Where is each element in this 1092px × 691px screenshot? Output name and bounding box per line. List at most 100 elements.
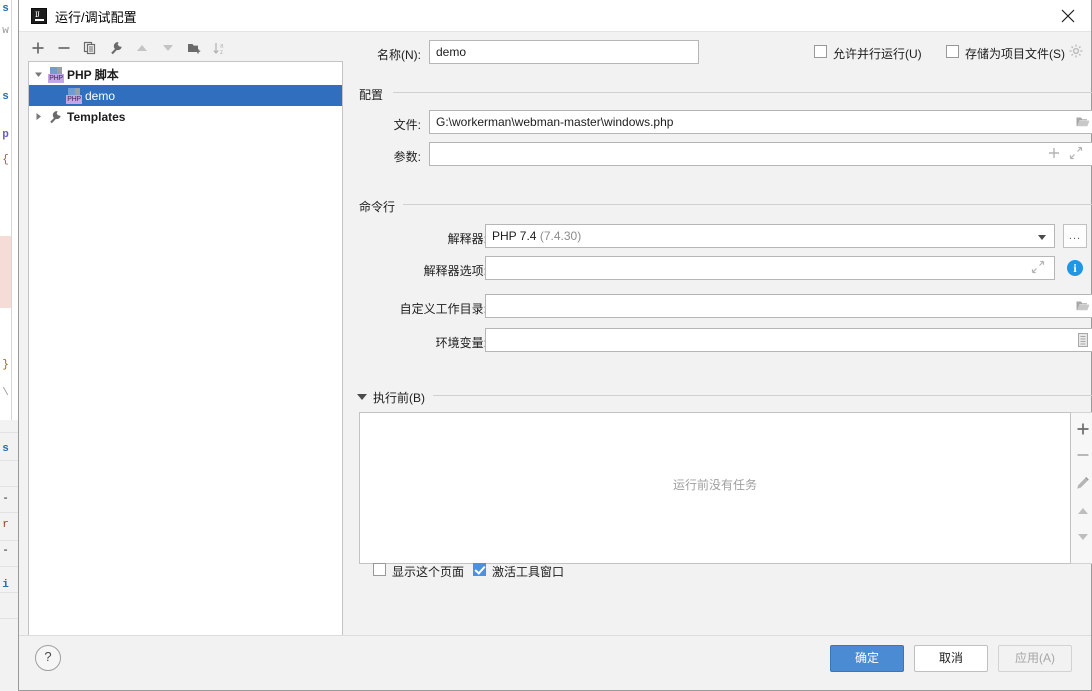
file-input[interactable]: G:\workerman\webman-master\windows.php xyxy=(429,110,1092,134)
gear-icon[interactable] xyxy=(1069,44,1083,61)
code-fragment: r xyxy=(2,519,9,531)
interpreter-version: (7.4.30) xyxy=(539,229,582,243)
ok-button[interactable]: 确定 xyxy=(830,645,904,672)
dialog-window: IJ 运行/调试配置 a z PHP PHP 脚本 PHP demo Templ… xyxy=(18,0,1092,691)
chevron-down-icon[interactable] xyxy=(29,70,47,79)
remove-configuration-button[interactable] xyxy=(54,38,76,58)
remove-task-button[interactable] xyxy=(1071,443,1092,469)
allow-parallel-run-label: 允许并行运行(U) xyxy=(833,47,922,61)
code-fragment: s xyxy=(2,91,9,103)
edit-task-button[interactable] xyxy=(1071,471,1092,497)
store-as-project-file-checkbox[interactable] xyxy=(946,45,959,58)
interpreter-options-input[interactable] xyxy=(485,256,1055,280)
code-fragment: i xyxy=(2,579,9,591)
commandline-section-title: 命令行 xyxy=(359,200,396,214)
tree-node-label: PHP 脚本 xyxy=(67,68,119,82)
chevron-right-icon[interactable] xyxy=(29,112,47,121)
name-input[interactable]: demo xyxy=(429,40,699,64)
folder-open-icon[interactable] xyxy=(1075,298,1091,314)
svg-text:a: a xyxy=(220,44,224,50)
expand-icon[interactable] xyxy=(1069,146,1085,162)
code-fragment: - xyxy=(2,493,9,505)
move-up-button[interactable] xyxy=(132,38,154,58)
expand-icon[interactable] xyxy=(1031,260,1047,276)
move-task-up-button[interactable] xyxy=(1071,499,1092,525)
file-label: 文件: xyxy=(393,118,421,132)
chevron-down-icon[interactable] xyxy=(1038,235,1046,240)
before-launch-title: 执行前(B) xyxy=(373,391,425,405)
interpreter-label: 解释器: xyxy=(447,232,487,246)
code-fragment: \ xyxy=(2,387,9,399)
move-down-button[interactable] xyxy=(158,38,180,58)
store-as-project-file-label: 存储为项目文件(S) xyxy=(965,47,1065,61)
activate-tool-window-label: 激活工具窗口 xyxy=(492,565,565,579)
chevron-down-icon[interactable] xyxy=(357,394,367,400)
wrench-icon xyxy=(47,109,65,125)
code-fragment: - xyxy=(2,545,9,557)
arguments-input[interactable] xyxy=(429,142,1092,166)
copy-configuration-button[interactable] xyxy=(80,38,102,58)
interpreter-more-button[interactable]: ... xyxy=(1063,224,1087,248)
code-fragment: s xyxy=(2,3,9,15)
section-divider xyxy=(433,395,1092,396)
configurations-toolbar: a z xyxy=(28,36,343,60)
name-label: 名称(N): xyxy=(377,48,421,62)
arguments-label: 参数: xyxy=(393,150,421,164)
add-task-button[interactable] xyxy=(1071,417,1092,443)
help-button[interactable]: ? xyxy=(35,645,61,671)
code-fragment: p xyxy=(2,129,9,141)
show-page-checkbox[interactable] xyxy=(373,563,386,576)
editor-highlight-band xyxy=(0,236,11,308)
env-vars-label: 环境变量: xyxy=(435,336,487,350)
interpreter-select-value: PHP 7.4 (7.4.30) xyxy=(492,229,581,243)
list-edit-icon[interactable] xyxy=(1076,332,1092,348)
tree-node-templates[interactable]: Templates xyxy=(29,106,342,127)
cancel-button[interactable]: 取消 xyxy=(914,645,988,672)
add-configuration-button[interactable] xyxy=(28,38,50,58)
before-launch-empty-text: 运行前没有任务 xyxy=(672,478,757,492)
section-divider xyxy=(393,92,1092,93)
section-divider xyxy=(403,204,1092,205)
code-fragment: w xyxy=(2,25,9,37)
code-fragment: } xyxy=(2,359,9,371)
interpreter-select[interactable]: PHP 7.4 (7.4.30) xyxy=(485,224,1055,248)
allow-parallel-run-checkbox[interactable] xyxy=(814,45,827,58)
custom-working-dir-input[interactable] xyxy=(485,294,1092,318)
before-launch-task-list[interactable]: 运行前没有任务 xyxy=(359,412,1071,564)
dialog-title: 运行/调试配置 xyxy=(55,10,137,25)
dialog-footer: ? 确定 取消 应用(A) xyxy=(19,635,1091,690)
show-page-label: 显示这个页面 xyxy=(392,565,465,579)
plus-icon[interactable] xyxy=(1047,146,1063,162)
move-task-down-button[interactable] xyxy=(1071,525,1092,551)
file-input-value: G:\workerman\webman-master\windows.php xyxy=(436,115,674,129)
intellij-idea-icon: IJ xyxy=(31,8,47,24)
php-script-icon: PHP xyxy=(65,87,83,104)
run-debug-configurations-dialog-screen: s w s p { } \ s - r - i IJ 运行/调试配置 a z P… xyxy=(0,0,1092,691)
configuration-section-title: 配置 xyxy=(359,88,384,102)
tree-node-label: Templates xyxy=(67,109,126,124)
configuration-form: 名称(N): demo 允许并行运行(U) 存储为项目文件(S) 配置 文件: … xyxy=(345,31,1092,690)
edit-templates-button[interactable] xyxy=(106,38,128,58)
interpreter-options-label: 解释器选项: xyxy=(423,264,487,278)
apply-button[interactable]: 应用(A) xyxy=(998,645,1072,672)
custom-working-dir-label: 自定义工作目录: xyxy=(399,302,487,316)
configurations-tree[interactable]: PHP PHP 脚本 PHP demo Templates xyxy=(28,61,343,637)
code-fragment: s xyxy=(2,443,9,455)
env-vars-input[interactable] xyxy=(485,328,1092,352)
new-folder-button[interactable] xyxy=(184,38,206,58)
activate-tool-window-checkbox[interactable] xyxy=(473,563,486,576)
before-launch-task-toolbar xyxy=(1071,412,1092,564)
tree-node-label: demo xyxy=(85,88,116,103)
code-fragment: { xyxy=(2,154,9,166)
tree-node-demo[interactable]: PHP demo xyxy=(29,85,342,106)
folder-open-icon[interactable] xyxy=(1075,114,1091,130)
dialog-titlebar: IJ 运行/调试配置 xyxy=(19,0,1091,32)
svg-text:z: z xyxy=(220,50,223,55)
interpreter-name: PHP 7.4 xyxy=(492,229,537,243)
close-icon[interactable] xyxy=(1045,0,1091,31)
sort-configurations-button[interactable]: a z xyxy=(210,38,232,58)
php-script-icon: PHP xyxy=(47,66,65,83)
info-icon[interactable]: i xyxy=(1067,260,1083,276)
name-input-value: demo xyxy=(436,45,467,59)
tree-node-php-script[interactable]: PHP PHP 脚本 xyxy=(29,64,342,85)
